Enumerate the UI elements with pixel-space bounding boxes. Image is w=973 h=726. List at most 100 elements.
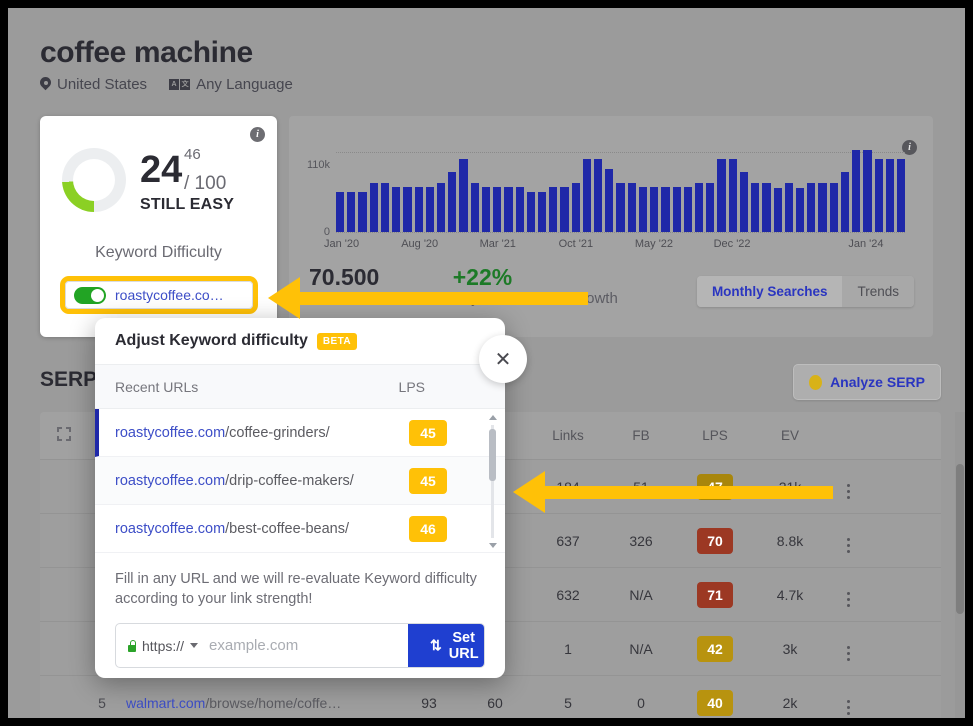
row-links: 5 xyxy=(564,694,572,711)
chart-bar xyxy=(358,191,367,232)
dialog-header: Adjust Keyword difficulty BETA xyxy=(95,318,505,365)
chart-tabs: Monthly Searches Trends xyxy=(696,276,914,307)
row-fb: 0 xyxy=(637,694,645,711)
row-fb: N/A xyxy=(629,640,653,657)
language-label: Any Language xyxy=(196,76,293,93)
column-header-lps[interactable]: LPS xyxy=(676,428,754,443)
x-axis-tick: Aug '20 xyxy=(401,238,439,250)
x-axis-tick: Dec '22 xyxy=(713,238,751,250)
column-header-links[interactable]: Links xyxy=(530,428,606,443)
location-filter[interactable]: United States xyxy=(40,76,147,93)
chart-bar xyxy=(515,187,524,232)
chart-bar xyxy=(459,159,468,232)
kd-domain-toggle[interactable]: roastycoffee.co… xyxy=(65,281,253,309)
chart-bar xyxy=(852,149,861,232)
more-options-icon[interactable] xyxy=(826,690,870,715)
lock-icon xyxy=(127,639,136,652)
page-title: coffee machine xyxy=(40,36,253,69)
list-item-lps: 45 xyxy=(409,467,447,494)
more-options-icon[interactable] xyxy=(826,582,870,607)
row-ev: 4.7k xyxy=(776,586,804,603)
chart-bar xyxy=(807,183,816,232)
chart-bar xyxy=(616,183,625,232)
chart-bar xyxy=(336,191,345,232)
scroll-down-icon[interactable] xyxy=(489,543,497,548)
serp-heading: SERP xyxy=(40,368,98,391)
x-axis-tick: Jan '24 xyxy=(848,238,884,250)
chart-bar xyxy=(414,187,423,232)
analyze-serp-button[interactable]: Analyze SERP xyxy=(793,364,941,400)
chart-bar xyxy=(818,183,827,232)
list-item[interactable]: roastycoffee.com/best-coffee-beans/46 xyxy=(95,505,505,553)
chart-bar xyxy=(638,187,648,232)
keyword-meta: United States A文 Any Language xyxy=(40,76,293,93)
x-axis-tick: Oct '21 xyxy=(558,238,594,250)
dialog-list-header: Recent URLs LPS xyxy=(95,365,505,409)
app-root: coffee machine United States A文 Any Lang… xyxy=(8,8,965,718)
row-url[interactable]: walmart.com/browse/home/coffe… xyxy=(116,695,398,711)
more-options-icon[interactable] xyxy=(826,528,870,553)
chart-bar xyxy=(347,191,356,232)
chart-bar xyxy=(739,172,749,232)
expand-icon[interactable] xyxy=(40,427,88,444)
list-item-url: roastycoffee.com/drip-coffee-makers/ xyxy=(115,472,354,489)
kd-donut-gauge xyxy=(62,148,126,212)
chart-bar xyxy=(380,183,390,232)
coin-icon xyxy=(809,374,823,390)
column-header-fb[interactable]: FB xyxy=(606,428,676,443)
chart-bar xyxy=(594,159,603,232)
chart-bar xyxy=(717,159,726,232)
kd-toggle-domain: roastycoffee.co… xyxy=(115,287,224,303)
row-lps: 71 xyxy=(676,581,754,608)
chart-bar xyxy=(436,183,446,232)
table-scrollbar[interactable] xyxy=(955,412,965,718)
list-item[interactable]: roastycoffee.com/coffee-grinders/45 xyxy=(95,409,505,457)
table-row[interactable]: 5 walmart.com/browse/home/coffe… 93 60 5 0 40 2… xyxy=(40,676,941,718)
lps-label: LPS xyxy=(398,378,425,395)
x-axis: Jan '20 Aug '20 Mar '21 Oct '21 May '22 Dec '… xyxy=(324,238,905,254)
url-list-scrollbar[interactable] xyxy=(488,415,497,548)
list-item-lps: 46 xyxy=(409,515,447,542)
info-icon[interactable]: i xyxy=(250,127,265,142)
chevron-down-icon xyxy=(190,643,199,649)
chart-bar xyxy=(369,183,378,232)
x-axis-tick: Jan '20 xyxy=(324,238,360,250)
list-item-url: roastycoffee.com/coffee-grinders/ xyxy=(115,424,330,441)
row-rank: 5 xyxy=(98,694,106,711)
analyze-serp-label: Analyze SERP xyxy=(830,374,925,390)
annotation-arrow-2 xyxy=(513,470,833,514)
protocol-selector[interactable]: https:// xyxy=(116,624,209,667)
row-ev: 2k xyxy=(782,694,798,711)
chart-bar xyxy=(425,187,434,232)
chart-bar xyxy=(762,183,771,232)
column-header-ev[interactable]: EV xyxy=(754,428,826,443)
adjust-keyword-difficulty-dialog: Adjust Keyword difficulty BETA Recent UR… xyxy=(95,318,505,678)
tab-monthly-searches[interactable]: Monthly Searches xyxy=(696,276,843,307)
list-item[interactable]: roastycoffee.com/drip-coffee-makers/45 xyxy=(95,457,505,505)
kd-denominator: / 100 xyxy=(184,173,227,194)
row-fb: N/A xyxy=(629,586,653,603)
chart-bar xyxy=(650,187,659,232)
set-url-button[interactable]: ⇅ Set URL xyxy=(408,624,484,668)
x-axis-tick: Mar '21 xyxy=(479,238,516,250)
close-icon[interactable]: ✕ xyxy=(479,335,527,383)
keyword-difficulty-card: i 24 46 / 100 STILL EASY Keyword Difficu… xyxy=(40,116,277,337)
sort-arrows-icon: ⇅ xyxy=(430,637,442,654)
chart-bar xyxy=(481,187,491,232)
kd-caption: Keyword Difficulty xyxy=(95,244,222,261)
annotation-arrow-1 xyxy=(268,276,588,320)
recent-urls-label: Recent URLs xyxy=(115,378,199,395)
language-filter[interactable]: A文 Any Language xyxy=(169,76,293,93)
chart-bar xyxy=(605,169,614,232)
chart-bar xyxy=(683,187,692,232)
scroll-up-icon[interactable] xyxy=(489,415,497,420)
tab-trends[interactable]: Trends xyxy=(842,276,914,307)
chart-bar xyxy=(672,187,681,232)
toggle-switch[interactable] xyxy=(74,286,106,304)
chart-bar xyxy=(493,187,502,232)
more-options-icon[interactable] xyxy=(826,636,870,661)
recent-urls-list[interactable]: roastycoffee.com/coffee-grinders/45 roast… xyxy=(95,409,505,554)
chart-bar xyxy=(885,159,894,232)
url-input[interactable] xyxy=(209,624,409,668)
kd-verdict: STILL EASY xyxy=(140,196,235,213)
